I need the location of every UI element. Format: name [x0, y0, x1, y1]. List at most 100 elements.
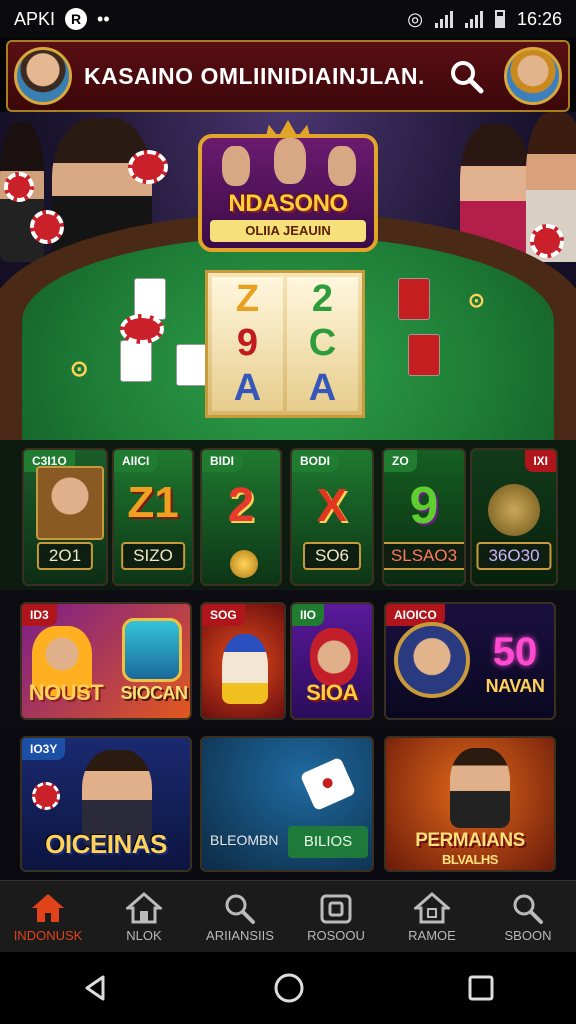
tile-character [310, 628, 358, 686]
tile-tag: IO3Y [22, 738, 66, 760]
nav-item-home[interactable]: INDONUSK [0, 881, 96, 953]
recents-icon[interactable] [467, 974, 495, 1002]
status-left: APKI R •• [14, 8, 110, 30]
chip-stack [530, 224, 564, 258]
tile-tag: AIICI [114, 450, 158, 472]
back-icon[interactable] [81, 973, 111, 1003]
wallet-icon [320, 894, 352, 923]
tile-tag: ID3 [22, 604, 57, 626]
game-tile[interactable]: IIO SIOA [290, 602, 374, 720]
system-nav-bar [0, 952, 576, 1024]
coin-icon [488, 484, 540, 536]
game-tile[interactable]: AIICI Z1 SIZO [112, 448, 194, 586]
nav-item-nlok[interactable]: NLOK [96, 881, 192, 953]
signal-icon [434, 10, 453, 28]
tile-value: SO6 [302, 542, 362, 570]
notification-dots-icon: •• [97, 8, 110, 29]
nav-item-ramoe[interactable]: RAMOE [384, 881, 480, 953]
coin-icon [230, 550, 258, 578]
alarm-icon: ◎ [407, 8, 423, 29]
nav-label: NLOK [126, 927, 162, 943]
tile-tag: IXI [525, 450, 556, 472]
game-row-1: C3I1O 2O1 AIICI Z1 SIZO BIDI 2 BODI X SO… [0, 440, 576, 590]
bottom-nav: INDONUSK NLOK ARIIANSIIS ROSOOU RAMOE SB… [0, 880, 576, 953]
game-tile[interactable]: AIOICO 50 NAVAN [384, 602, 556, 720]
nav-label: RAMOE [408, 927, 456, 943]
reel-symbol: A [308, 367, 337, 410]
chip-stack [128, 150, 168, 184]
tile-character [450, 748, 510, 828]
playing-card [408, 334, 440, 376]
game-tile[interactable]: BLEOMBN BILIOS [200, 736, 374, 872]
reel-symbol: C [308, 322, 337, 365]
logo-face [222, 146, 250, 186]
play-button[interactable]: BILIOS [288, 826, 368, 858]
game-logo: NDASONO OLIIA JEAUIN [198, 120, 378, 252]
playing-card [120, 340, 152, 382]
nav-label: ARIIANSIIS [206, 927, 274, 943]
app-badge-icon: R [65, 8, 88, 30]
chip-stack [32, 782, 60, 810]
status-bar: APKI R •• ◎ 16:26 [0, 0, 576, 38]
tile-tag: BODI [292, 450, 338, 472]
game-tile[interactable]: ZO 9 SLSAO3 [382, 448, 466, 586]
tile-tag: IIO [292, 604, 325, 626]
tile-caption-2: BLVALHS [442, 852, 498, 867]
battery-icon [494, 10, 505, 28]
reel-1: Z 9 A [212, 277, 283, 411]
tile-caption-2: SIOCAN [120, 683, 188, 703]
tile-symbol: 9 [409, 477, 439, 535]
user-avatar[interactable] [14, 47, 72, 105]
tile-value: SLSAO3 [384, 542, 464, 570]
playing-card [176, 344, 208, 386]
nav-label: ROSOOU [307, 927, 365, 943]
search-icon [451, 61, 484, 94]
chip-stack [120, 314, 164, 344]
game-tile[interactable]: C3I1O 2O1 [22, 448, 108, 586]
reel-symbol: 9 [236, 322, 259, 365]
logo-face [328, 146, 356, 186]
tile-caption: PERMAIANS [415, 830, 525, 851]
logo-face [274, 138, 306, 184]
tile-caption: SIOA [306, 680, 358, 705]
nav-item-search[interactable]: ARIIANSIIS [192, 881, 288, 953]
tile-portrait [36, 466, 104, 540]
reel-symbol: A [233, 367, 262, 410]
tile-big-number: 50 [492, 630, 538, 674]
home-circle-icon[interactable] [273, 972, 305, 1004]
game-tile[interactable]: ID3 NOUST SIOCAN [20, 602, 192, 720]
logo-subtitle: OLIIA JEAUIN [210, 220, 366, 242]
chip-stack [30, 210, 64, 244]
table-glyph-right: ⊙ [468, 290, 485, 312]
tile-value: 2O1 [36, 542, 94, 570]
nav-item-wallet[interactable]: ROSOOU [288, 881, 384, 953]
tile-emblem [122, 618, 182, 682]
home-icon [126, 891, 162, 923]
game-tile[interactable]: SOG [200, 602, 286, 720]
home-icon [414, 891, 450, 923]
nav-item-sboon[interactable]: SBOON [480, 881, 576, 953]
dealer-avatar[interactable] [504, 47, 562, 105]
app-header: KASAINO OMLIINIDIAINJLAN. [6, 40, 570, 112]
dice-dot-icon [320, 776, 335, 790]
home-icon [32, 893, 64, 922]
reel-symbol: 2 [311, 277, 334, 320]
game-row-3: IO3Y OICEINAS BLEOMBN BILIOS PERMAIANS B… [0, 726, 576, 880]
playing-card [398, 278, 430, 320]
tile-label: BLEOMBN [210, 832, 279, 848]
tile-tag: ZO [384, 450, 417, 472]
tile-caption: OICEINAS [45, 829, 167, 859]
game-tile[interactable]: BODI X SO6 [290, 448, 374, 586]
tile-symbol: 2 [227, 479, 255, 532]
reel-symbol: Z [235, 277, 260, 320]
game-tile[interactable]: BIDI 2 [200, 448, 282, 586]
search-button[interactable] [444, 54, 488, 98]
game-tile[interactable]: PERMAIANS BLVALHS [384, 736, 556, 872]
tile-value: SIZO [121, 542, 185, 570]
dice-icon [299, 756, 357, 812]
game-tile[interactable]: IXI 36O30 [470, 448, 558, 586]
logo-title: NDASONO [228, 190, 348, 217]
nav-label: INDONUSK [13, 927, 83, 943]
game-tile[interactable]: IO3Y OICEINAS [20, 736, 192, 872]
hero-banner[interactable]: ⊙ ⊙ Z 9 A 2 C A NDASONO OLIIA JEAUIN [0, 112, 576, 440]
